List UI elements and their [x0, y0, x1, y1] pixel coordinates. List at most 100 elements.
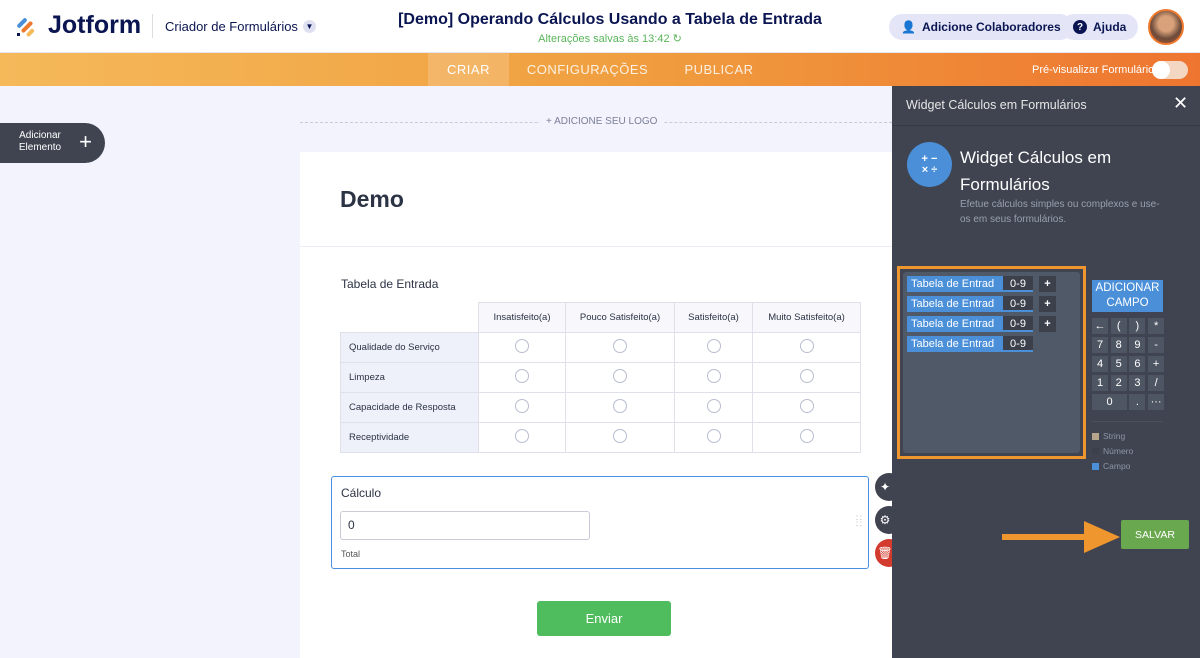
calculation-input[interactable]: 0 [340, 511, 590, 540]
key-button[interactable]: . [1129, 394, 1146, 410]
key-button[interactable]: 8 [1110, 337, 1127, 353]
key-button[interactable]: 4 [1092, 356, 1108, 372]
form-title[interactable]: [Demo] Operando Cálculos Usando a Tabela… [300, 11, 920, 29]
add-logo-button[interactable]: + ADICIONE SEU LOGO [540, 116, 664, 127]
legend-swatch [1092, 462, 1099, 470]
row-label: Limpeza [340, 362, 479, 393]
field-range: 0-9 [1003, 336, 1033, 352]
formula-field[interactable]: Tabela de Entrad 0-9 + [907, 296, 1056, 312]
radio-button[interactable] [706, 399, 721, 413]
radio-button[interactable] [515, 399, 529, 413]
radio-button[interactable] [613, 339, 627, 353]
add-collaborators-button[interactable]: 👤 Adicione Colaboradores [889, 14, 1073, 40]
key-button[interactable]: * [1148, 318, 1165, 334]
calculator-icon: + − × ÷ [907, 142, 952, 187]
column-header: Insatisfeito(a) [478, 302, 566, 333]
preview-toggle[interactable] [1152, 61, 1188, 79]
input-table-label: Tabela de Entrada [341, 277, 439, 291]
column-header: Muito Satisfeito(a) [752, 302, 861, 333]
table-row: Capacidade de Resposta [340, 392, 861, 423]
column-header: Pouco Satisfeito(a) [565, 302, 675, 333]
divider [300, 246, 892, 247]
radio-button[interactable] [613, 369, 627, 383]
key-button[interactable]: 5 [1110, 356, 1127, 372]
key-button[interactable]: 1 [1092, 375, 1108, 391]
key-button[interactable]: ··· [1148, 394, 1165, 410]
help-button[interactable]: ? Ajuda [1061, 14, 1139, 40]
key-button[interactable]: ← [1092, 318, 1108, 334]
divider [892, 125, 1200, 126]
radio-button[interactable] [706, 429, 721, 443]
plus-operator[interactable]: + [1039, 316, 1056, 332]
row-label: Qualidade do Serviço [340, 332, 479, 363]
radio-button[interactable] [515, 369, 529, 383]
plus-icon: + [79, 129, 92, 154]
formula-field[interactable]: Tabela de Entrad 0-9 [907, 336, 1033, 352]
add-collaborators-label: Adicione Colaboradores [921, 20, 1061, 34]
plus-operator[interactable]: + [1039, 276, 1056, 292]
key-button[interactable]: 6 [1129, 356, 1146, 372]
avatar[interactable] [1148, 9, 1184, 45]
tab-criar[interactable]: CRIAR [428, 53, 509, 86]
radio-button[interactable] [799, 339, 814, 353]
tab-publicar[interactable]: PUBLICAR [673, 53, 765, 86]
key-button[interactable]: + [1148, 356, 1165, 372]
calculation-label: Cálculo [341, 486, 382, 500]
key-button[interactable]: 7 [1092, 337, 1108, 353]
key-button[interactable]: 0 [1092, 394, 1127, 410]
radio-button[interactable] [515, 429, 529, 443]
widget-description: Efetue cálculos simples ou complexos e u… [960, 199, 1160, 225]
add-element-button[interactable]: Adicionar Elemento + [0, 123, 105, 163]
save-status-text: Alterações salvas às 13:42 [538, 33, 670, 45]
radio-button[interactable] [613, 399, 627, 413]
field-range: 0-9 [1003, 316, 1033, 332]
close-icon[interactable]: ✕ [1173, 93, 1188, 114]
radio-button[interactable] [515, 339, 529, 353]
radio-button[interactable] [706, 339, 721, 353]
field-name: Tabela de Entrad [907, 336, 1003, 352]
radio-button[interactable] [799, 429, 814, 443]
builder-dropdown[interactable]: Criador de Formulários ▼ [165, 19, 316, 34]
key-button[interactable]: 2 [1110, 375, 1127, 391]
plus-operator[interactable]: + [1039, 296, 1056, 312]
radio-button[interactable] [706, 369, 721, 383]
key-button[interactable]: - [1148, 337, 1165, 353]
legend-label: String [1103, 431, 1126, 441]
help-icon: ? [1073, 20, 1087, 34]
tab-configuracoes[interactable]: CONFIGURAÇÕES [515, 53, 660, 86]
legend-label: Campo [1103, 461, 1131, 471]
key-button[interactable]: 3 [1129, 375, 1146, 391]
key-button[interactable]: 9 [1129, 337, 1146, 353]
field-name: Tabela de Entrad [907, 296, 1003, 312]
preview-label: Pré-visualizar Formulário [1032, 64, 1155, 76]
divider [1092, 421, 1163, 422]
radio-button[interactable] [799, 399, 814, 413]
formula-field[interactable]: Tabela de Entrad 0-9 + [907, 276, 1056, 292]
legend-label: Número [1103, 446, 1134, 456]
jotform-logo[interactable]: Jotform [48, 11, 141, 40]
table-row: Limpeza [340, 362, 861, 393]
table-row: Qualidade do Serviço [340, 332, 861, 363]
arrow-annotation-icon [1002, 521, 1120, 553]
form-heading[interactable]: Demo [340, 186, 404, 213]
key-button[interactable]: / [1148, 375, 1165, 391]
formula-field[interactable]: Tabela de Entrad 0-9 + [907, 316, 1056, 332]
legend-swatch [1092, 432, 1099, 440]
drag-handle-icon[interactable]: ∷ ∷ [856, 514, 862, 529]
add-field-button[interactable]: ADICIONAR CAMPO [1092, 280, 1163, 312]
key-button[interactable]: ) [1129, 318, 1146, 334]
calculation-sublabel: Total [341, 549, 361, 559]
field-range: 0-9 [1003, 296, 1033, 312]
radio-button[interactable] [799, 369, 814, 383]
key-button[interactable]: ( [1110, 318, 1127, 334]
column-header: Satisfeito(a) [674, 302, 753, 333]
legend-item: String [1092, 431, 1125, 441]
save-button[interactable]: SALVAR [1121, 520, 1189, 549]
divider [152, 14, 153, 38]
radio-button[interactable] [613, 429, 627, 443]
legend-item: Número [1092, 446, 1133, 456]
user-icon: 👤 [901, 20, 916, 34]
submit-button[interactable]: Enviar [537, 601, 671, 636]
panel-header: Widget Cálculos em Formulários [906, 98, 1087, 112]
legend-item: Campo [1092, 461, 1130, 471]
